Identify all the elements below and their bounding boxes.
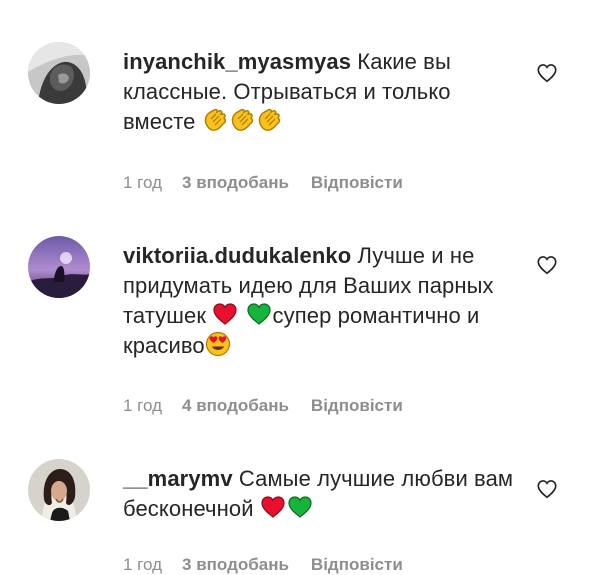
red-heart-emoji-icon (212, 301, 238, 327)
comment-meta: 1 год 3 вподобань Відповісти (123, 173, 425, 193)
comment-body: inyanchik_myasmyas Какие вы классные. От… (123, 47, 523, 137)
avatar[interactable] (28, 236, 90, 298)
comment-time[interactable]: 1 год (123, 555, 162, 574)
like-heart-outline-icon[interactable] (536, 254, 558, 276)
avatar[interactable] (28, 459, 90, 521)
like-heart-outline-icon[interactable] (536, 62, 558, 84)
reply-button[interactable]: Відповісти (311, 555, 403, 574)
comment-meta: 1 год 4 вподобань Відповісти (123, 396, 425, 416)
reply-button[interactable]: Відповісти (311, 396, 403, 415)
comment-meta: 1 год 3 вподобань Відповісти (123, 555, 425, 575)
green-heart-emoji-icon (246, 301, 272, 327)
comment-time[interactable]: 1 год (123, 396, 162, 415)
comment-username[interactable]: viktoriia.dudukalenko (123, 243, 351, 268)
clapping-hands-emoji-icon (229, 107, 255, 133)
reply-button[interactable]: Відповісти (311, 173, 403, 192)
green-heart-emoji-icon (287, 494, 313, 520)
comment-body: __marymv Самые лучшие любви вам бесконеч… (123, 464, 523, 524)
comment-likes-count[interactable]: 3 вподобань (182, 173, 289, 192)
comment-likes-count[interactable]: 3 вподобань (182, 555, 289, 574)
heart-eyes-face-emoji-icon (205, 331, 231, 357)
red-heart-emoji-icon (260, 494, 286, 520)
comment-username[interactable]: __marymv (123, 466, 233, 491)
clapping-hands-emoji-icon (256, 107, 282, 133)
clapping-hands-emoji-icon (202, 107, 228, 133)
like-heart-outline-icon[interactable] (536, 478, 558, 500)
comment-time[interactable]: 1 год (123, 173, 162, 192)
comment-likes-count[interactable]: 4 вподобань (182, 396, 289, 415)
avatar[interactable] (28, 42, 90, 104)
comment-body: viktoriia.dudukalenko Лучше и не придума… (123, 241, 523, 361)
comment-username[interactable]: inyanchik_myasmyas (123, 49, 351, 74)
